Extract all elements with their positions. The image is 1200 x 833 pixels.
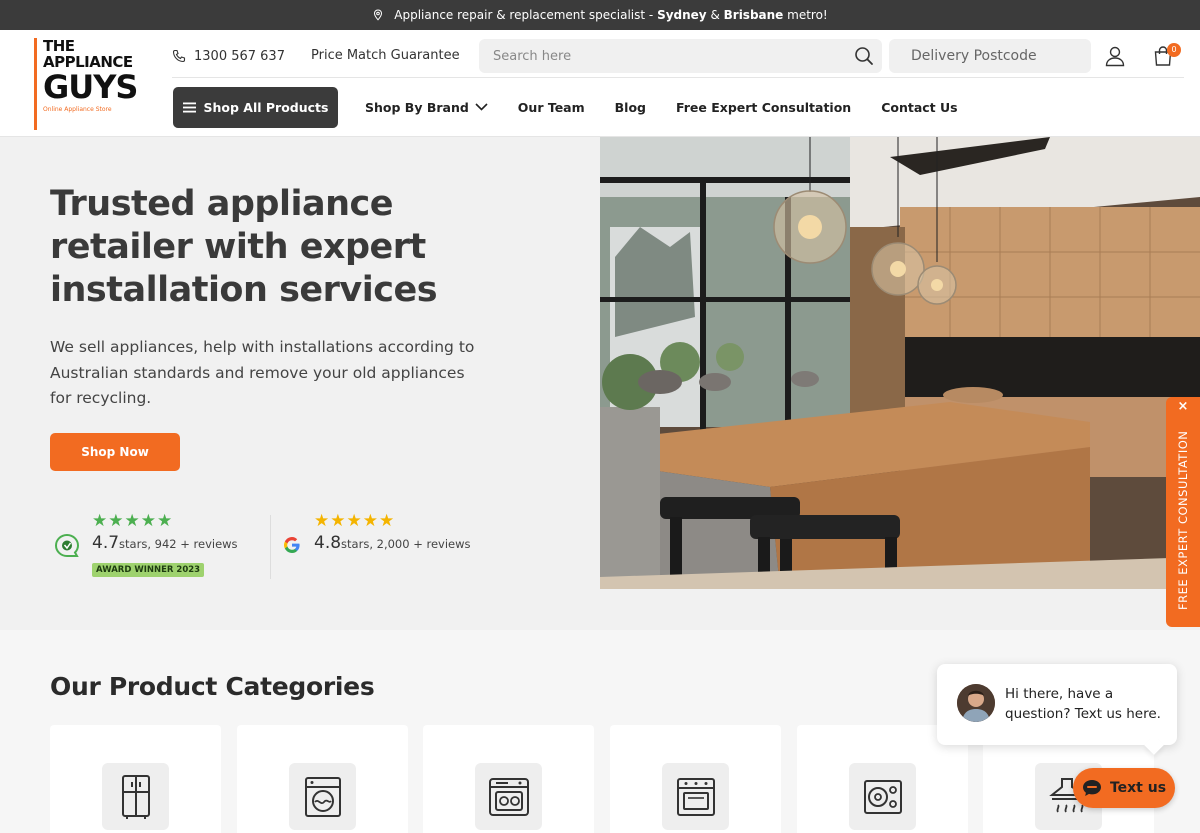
hero-description: We sell appliances, help with installati… bbox=[50, 338, 475, 407]
google-logo-icon bbox=[284, 537, 300, 553]
nav-shop-by-brand[interactable]: Shop By Brand bbox=[365, 100, 488, 115]
phone-number: 1300 567 637 bbox=[194, 48, 285, 64]
category-card-ovens[interactable] bbox=[610, 725, 781, 833]
postcode-input[interactable] bbox=[889, 39, 1091, 73]
logo-line-3: GUYS bbox=[43, 68, 138, 106]
logo-tagline: Online Appliance Store bbox=[43, 106, 112, 113]
category-card-fridges[interactable] bbox=[50, 725, 221, 833]
agent-avatar-image bbox=[957, 684, 995, 722]
nav-blog[interactable]: Blog bbox=[615, 100, 646, 115]
kitchen-hero-image bbox=[600, 137, 1200, 589]
announcement-bar: Appliance repair & replacement specialis… bbox=[0, 0, 1200, 30]
productreview-logo-icon bbox=[54, 533, 80, 557]
review-divider bbox=[270, 515, 271, 579]
postcode-box bbox=[889, 39, 1091, 73]
shop-all-label: Shop All Products bbox=[203, 99, 329, 115]
review-stars-1: ★★★★★ bbox=[92, 511, 174, 531]
chat-greeting-text: Hi there, have a question? Text us here. bbox=[1005, 686, 1161, 722]
chat-agent-avatar bbox=[957, 684, 995, 722]
nav-free-expert-consultation[interactable]: Free Expert Consultation bbox=[676, 100, 851, 115]
award-badge: AWARD WINNER 2023 bbox=[92, 563, 205, 577]
category-card-washing-machines[interactable] bbox=[237, 725, 408, 833]
nav-shop-by-brand-label: Shop By Brand bbox=[365, 99, 469, 115]
review-rating-2: 4.8stars, 2,000 + reviews bbox=[314, 533, 471, 553]
productreview-rating[interactable]: ★★★★★ 4.7stars, 942 + reviews AWARD WINN… bbox=[50, 509, 260, 579]
washing-machine-icon bbox=[304, 776, 341, 817]
google-rating[interactable]: ★★★★★ 4.8stars, 2,000 + reviews bbox=[282, 509, 522, 579]
announcement-text: Appliance repair & replacement specialis… bbox=[394, 8, 828, 22]
phone-icon bbox=[172, 49, 186, 63]
chat-greeting-bubble[interactable]: Hi there, have a question? Text us here. bbox=[937, 664, 1177, 755]
hero-title: Trusted appliance retailer with expert i… bbox=[50, 184, 438, 310]
cart-count-badge: 0 bbox=[1167, 43, 1181, 57]
nav-contact-us[interactable]: Contact Us bbox=[881, 100, 957, 115]
dishwasher-icon bbox=[488, 777, 529, 816]
header-divider bbox=[172, 77, 1184, 78]
fridge-icon bbox=[121, 774, 150, 819]
search-box bbox=[479, 39, 882, 73]
search-icon[interactable] bbox=[854, 46, 874, 66]
chevron-down-icon bbox=[475, 103, 488, 111]
review-stars-2: ★★★★★ bbox=[314, 511, 396, 531]
site-header: THE APPLIANCE GUYS Online Appliance Stor… bbox=[0, 30, 1200, 137]
menu-icon bbox=[182, 102, 196, 112]
account-icon[interactable] bbox=[1104, 45, 1126, 67]
main-nav: Shop All Products Shop By Brand Our Team… bbox=[173, 86, 958, 128]
hero-section: Trusted appliance retailer with expert i… bbox=[0, 137, 1200, 630]
logo-line-1: THE bbox=[43, 37, 75, 55]
cooktop-icon bbox=[863, 779, 902, 814]
shop-now-button[interactable]: Shop Now bbox=[50, 433, 180, 471]
phone-link[interactable]: 1300 567 637 bbox=[172, 38, 285, 74]
side-tab-label: FREE EXPERT CONSULTATION bbox=[1176, 430, 1190, 610]
nav-our-team[interactable]: Our Team bbox=[518, 100, 585, 115]
price-match-link[interactable]: Price Match Guarantee bbox=[311, 38, 460, 74]
chat-icon bbox=[1082, 780, 1101, 796]
category-card-dishwashers[interactable] bbox=[423, 725, 594, 833]
text-us-button[interactable]: Text us bbox=[1073, 768, 1175, 808]
site-logo[interactable]: THE APPLIANCE GUYS Online Appliance Stor… bbox=[34, 37, 138, 130]
free-consultation-side-tab[interactable]: × FREE EXPERT CONSULTATION bbox=[1166, 397, 1200, 627]
search-input[interactable] bbox=[479, 39, 819, 73]
shop-all-products-button[interactable]: Shop All Products bbox=[173, 86, 338, 128]
review-rating-1: 4.7stars, 942 + reviews bbox=[92, 533, 238, 553]
oven-icon bbox=[676, 777, 715, 816]
location-pin-icon bbox=[374, 9, 383, 21]
text-us-label: Text us bbox=[1109, 780, 1167, 796]
categories-title: Our Product Categories bbox=[50, 672, 375, 701]
side-tab-close-icon[interactable]: × bbox=[1166, 399, 1200, 414]
